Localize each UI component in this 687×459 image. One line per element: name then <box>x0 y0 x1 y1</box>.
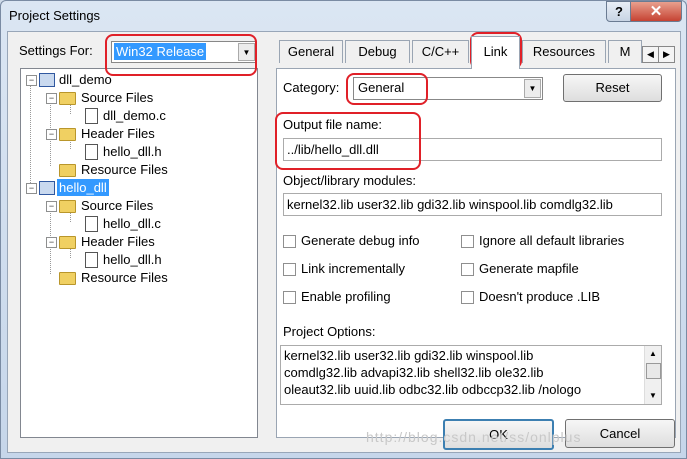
collapse-icon[interactable]: − <box>46 93 57 104</box>
collapse-icon[interactable]: − <box>46 129 57 140</box>
enable-profiling-checkbox[interactable]: Enable profiling <box>283 289 453 305</box>
close-icon: ✕ <box>649 3 663 20</box>
highlight-output-file <box>275 112 421 170</box>
tree-node-file[interactable]: hello_dll.c <box>21 215 251 232</box>
tree-node-hello-dll[interactable]: − hello_dll <box>21 179 251 196</box>
folder-icon <box>59 272 76 285</box>
reset-button[interactable]: Reset <box>563 74 662 102</box>
generate-debug-checkbox[interactable]: Generate debug info <box>283 233 453 249</box>
cancel-button[interactable]: Cancel <box>565 419 675 448</box>
folder-icon <box>59 164 76 177</box>
tree-node-resource-files[interactable]: Resource Files <box>21 161 251 178</box>
folder-icon <box>59 236 76 249</box>
tree-node-header-files[interactable]: − Header Files <box>21 125 251 142</box>
tab-link[interactable]: Link <box>471 36 520 69</box>
source-file-icon <box>85 216 98 232</box>
tree-label: hello_dll.c <box>103 216 161 231</box>
tree-label: Resource Files <box>81 270 168 285</box>
tree-label-selected: hello_dll <box>57 179 109 196</box>
header-file-icon <box>85 144 98 160</box>
tree-node-header-files[interactable]: − Header Files <box>21 233 251 250</box>
project-options-textarea[interactable]: kernel32.lib user32.lib gdi32.lib winspo… <box>280 345 662 405</box>
scroll-up-icon[interactable]: ▲ <box>645 346 661 362</box>
tab-general[interactable]: General <box>279 40 343 63</box>
project-icon <box>39 181 55 195</box>
project-options-label: Project Options: <box>283 324 376 339</box>
help-button[interactable]: ? <box>606 1 632 22</box>
project-settings-window: Project Settings ? ✕ Settings For: Win32… <box>0 0 687 459</box>
folder-icon <box>59 200 76 213</box>
watermark: http://blog.csdn.net/ss/onlplus <box>366 429 582 445</box>
tree-label: dll_demo.c <box>103 108 166 123</box>
tree-node-source-files[interactable]: − Source Files <box>21 89 251 106</box>
doesnt-produce-lib-checkbox[interactable]: Doesn't produce .LIB <box>461 289 661 305</box>
title-bar[interactable]: Project Settings ? ✕ <box>1 1 686 31</box>
tree-label: Header Files <box>81 126 155 141</box>
tree-label: Source Files <box>81 90 154 105</box>
tree-label: Source Files <box>81 198 154 213</box>
scroll-down-icon[interactable]: ▼ <box>645 388 661 404</box>
tree-node-resource-files[interactable]: Resource Files <box>21 269 251 286</box>
collapse-icon[interactable]: − <box>46 237 57 248</box>
tab-c-cpp[interactable]: C/C++ <box>412 40 469 63</box>
tree-node-file[interactable]: dll_demo.c <box>21 107 251 124</box>
collapse-icon[interactable]: − <box>46 201 57 212</box>
chevron-down-icon[interactable]: ▼ <box>524 79 541 98</box>
tab-debug[interactable]: Debug <box>345 40 410 63</box>
ignore-default-libraries-checkbox[interactable]: Ignore all default libraries <box>461 233 661 249</box>
tree-label: hello_dll.h <box>103 252 162 267</box>
project-icon <box>39 73 55 87</box>
tree-node-file[interactable]: hello_dll.h <box>21 251 251 268</box>
project-tree[interactable]: − dll_demo − Source Files dll_demo.c − H… <box>20 68 258 438</box>
link-incrementally-checkbox[interactable]: Link incrementally <box>283 261 453 277</box>
tree-node-source-files[interactable]: − Source Files <box>21 197 251 214</box>
highlight-category <box>346 73 428 105</box>
header-file-icon <box>85 252 98 268</box>
source-file-icon <box>85 108 98 124</box>
help-icon: ? <box>615 4 623 19</box>
tab-scroll-right-icon[interactable]: ▶ <box>658 46 675 63</box>
tab-resources[interactable]: Resources <box>522 40 606 63</box>
object-modules-input[interactable]: kernel32.lib user32.lib gdi32.lib winspo… <box>283 193 662 216</box>
object-modules-label: Object/library modules: <box>283 173 416 188</box>
folder-icon <box>59 128 76 141</box>
collapse-icon[interactable]: − <box>26 75 37 86</box>
project-options-scrollbar[interactable]: ▲ ▼ <box>644 346 661 404</box>
close-button[interactable]: ✕ <box>630 1 682 22</box>
tree-label: Header Files <box>81 234 155 249</box>
highlight-settings-for <box>105 34 257 76</box>
tab-more[interactable]: M <box>608 40 642 63</box>
generate-mapfile-checkbox[interactable]: Generate mapfile <box>461 261 661 277</box>
tree-label: dll_demo <box>59 72 112 87</box>
tree-label: hello_dll.h <box>103 144 162 159</box>
scroll-thumb[interactable] <box>646 363 661 379</box>
category-label: Category: <box>283 80 340 95</box>
tree-node-file[interactable]: hello_dll.h <box>21 143 251 160</box>
settings-for-label: Settings For: <box>19 43 93 58</box>
tab-scroll-left-icon[interactable]: ◀ <box>642 46 659 63</box>
folder-icon <box>59 92 76 105</box>
window-title: Project Settings <box>9 8 101 23</box>
tree-label: Resource Files <box>81 162 168 177</box>
dialog-body: Settings For: Win32 Release ▼ − dll_demo… <box>7 31 681 453</box>
collapse-icon[interactable]: − <box>26 183 37 194</box>
